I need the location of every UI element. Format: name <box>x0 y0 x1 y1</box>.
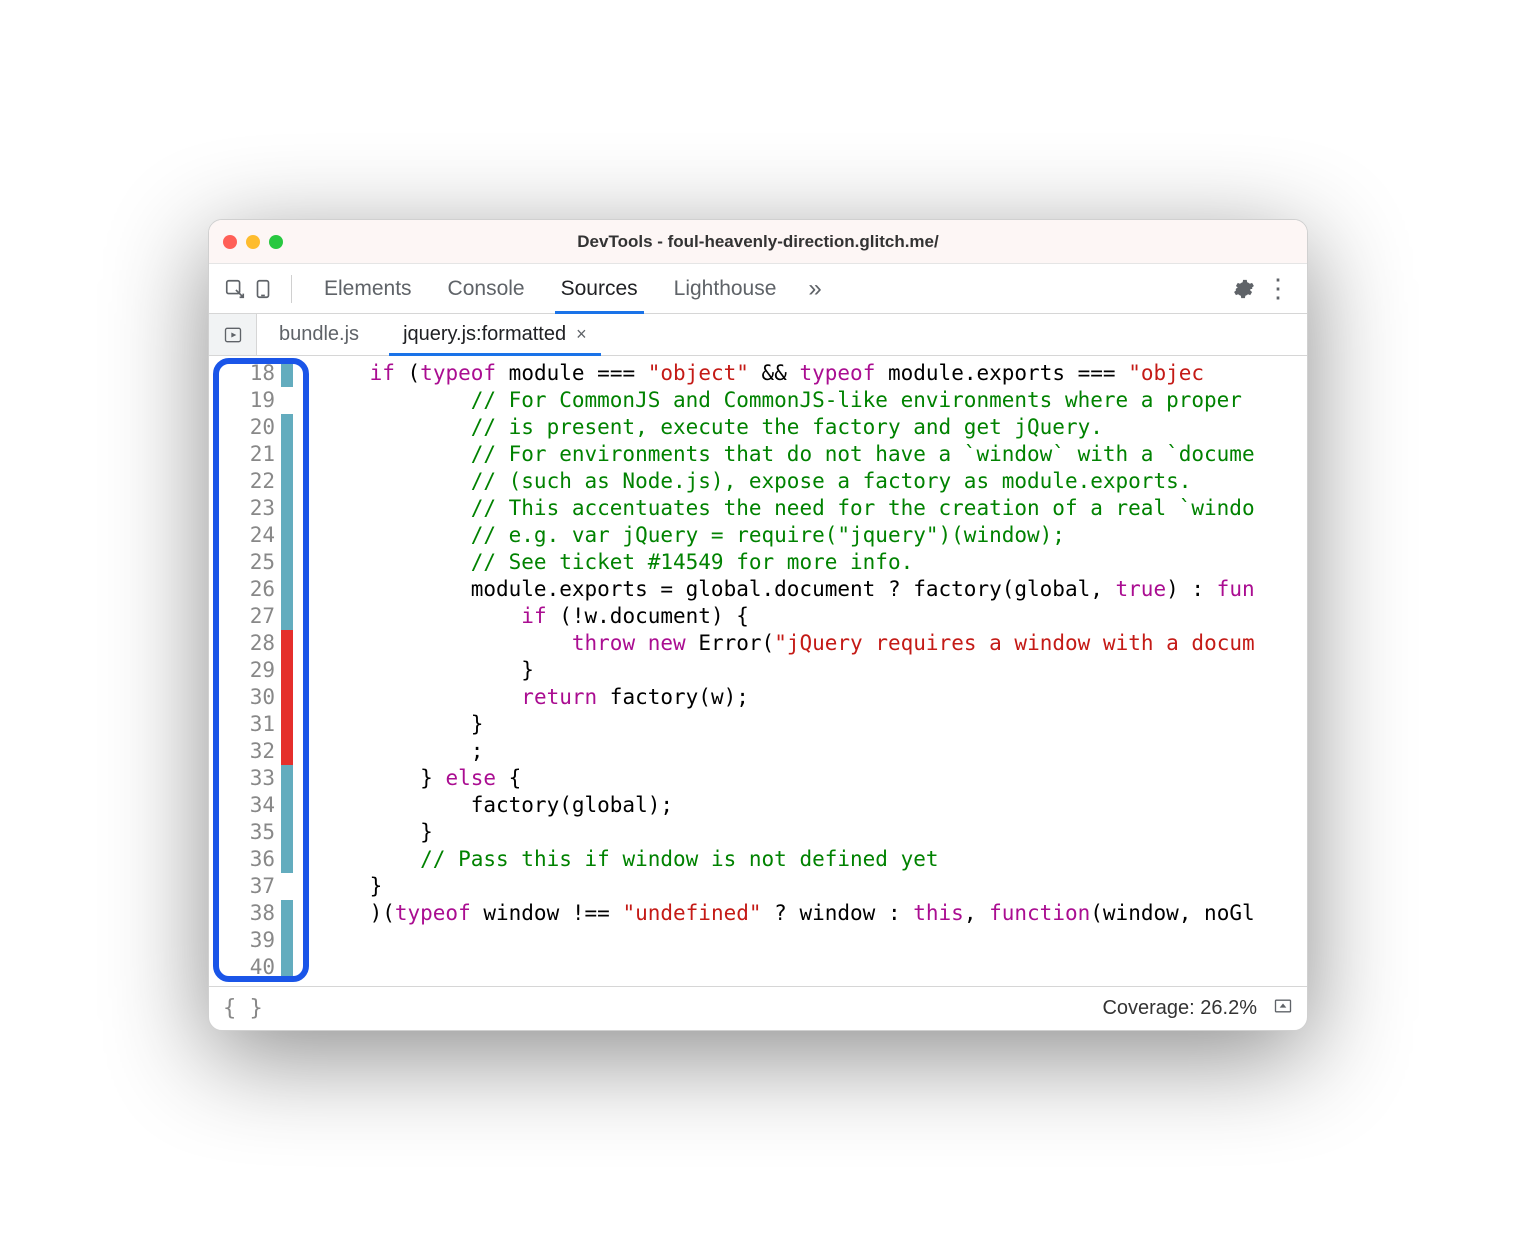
close-window-button[interactable] <box>223 235 237 249</box>
devtools-window: DevTools - foul-heavenly-direction.glitc… <box>208 219 1308 1031</box>
separator <box>291 275 292 303</box>
line-number-gutter: 1819202122232425262728293031323334353637… <box>209 356 281 986</box>
tab-label: Elements <box>324 277 412 301</box>
close-tab-icon[interactable]: × <box>576 324 587 345</box>
inspect-element-icon[interactable] <box>221 275 249 303</box>
device-toolbar-icon[interactable] <box>249 275 277 303</box>
zoom-window-button[interactable] <box>269 235 283 249</box>
coverage-gutter <box>281 356 295 986</box>
pretty-print-icon[interactable]: { } <box>223 996 263 1021</box>
file-tab-label: jquery.js:formatted <box>403 323 566 346</box>
source-editor[interactable]: 1819202122232425262728293031323334353637… <box>209 356 1307 986</box>
tab-console[interactable]: Console <box>430 264 543 313</box>
tab-lighthouse[interactable]: Lighthouse <box>656 264 795 313</box>
tab-label: Console <box>448 277 525 301</box>
file-tab-bundle[interactable]: bundle.js <box>257 314 381 355</box>
tab-sources[interactable]: Sources <box>543 264 656 313</box>
code-content[interactable]: if (typeof module === "object" && typeof… <box>295 356 1307 986</box>
minimize-window-button[interactable] <box>246 235 260 249</box>
settings-gear-icon[interactable] <box>1227 278 1261 300</box>
tab-label: Sources <box>561 277 638 301</box>
tab-label: Lighthouse <box>674 277 777 301</box>
file-tab-jquery-formatted[interactable]: jquery.js:formatted × <box>381 314 609 355</box>
more-tabs-button[interactable]: » <box>794 275 835 303</box>
coverage-status: Coverage: 26.2% <box>1102 997 1257 1020</box>
window-title: DevTools - foul-heavenly-direction.glitc… <box>209 232 1307 252</box>
navigator-toggle-icon[interactable] <box>209 314 257 355</box>
traffic-lights <box>223 235 283 249</box>
file-tab-label: bundle.js <box>279 323 359 346</box>
file-tab-bar: bundle.js jquery.js:formatted × <box>209 314 1307 356</box>
tab-elements[interactable]: Elements <box>306 264 430 313</box>
devtools-tabs: Elements Console Sources Lighthouse » ⋮ <box>209 264 1307 314</box>
more-options-icon[interactable]: ⋮ <box>1261 273 1295 304</box>
window-titlebar: DevTools - foul-heavenly-direction.glitc… <box>209 220 1307 264</box>
drawer-toggle-icon[interactable] <box>1273 996 1293 1022</box>
editor-footer: { } Coverage: 26.2% <box>209 986 1307 1030</box>
